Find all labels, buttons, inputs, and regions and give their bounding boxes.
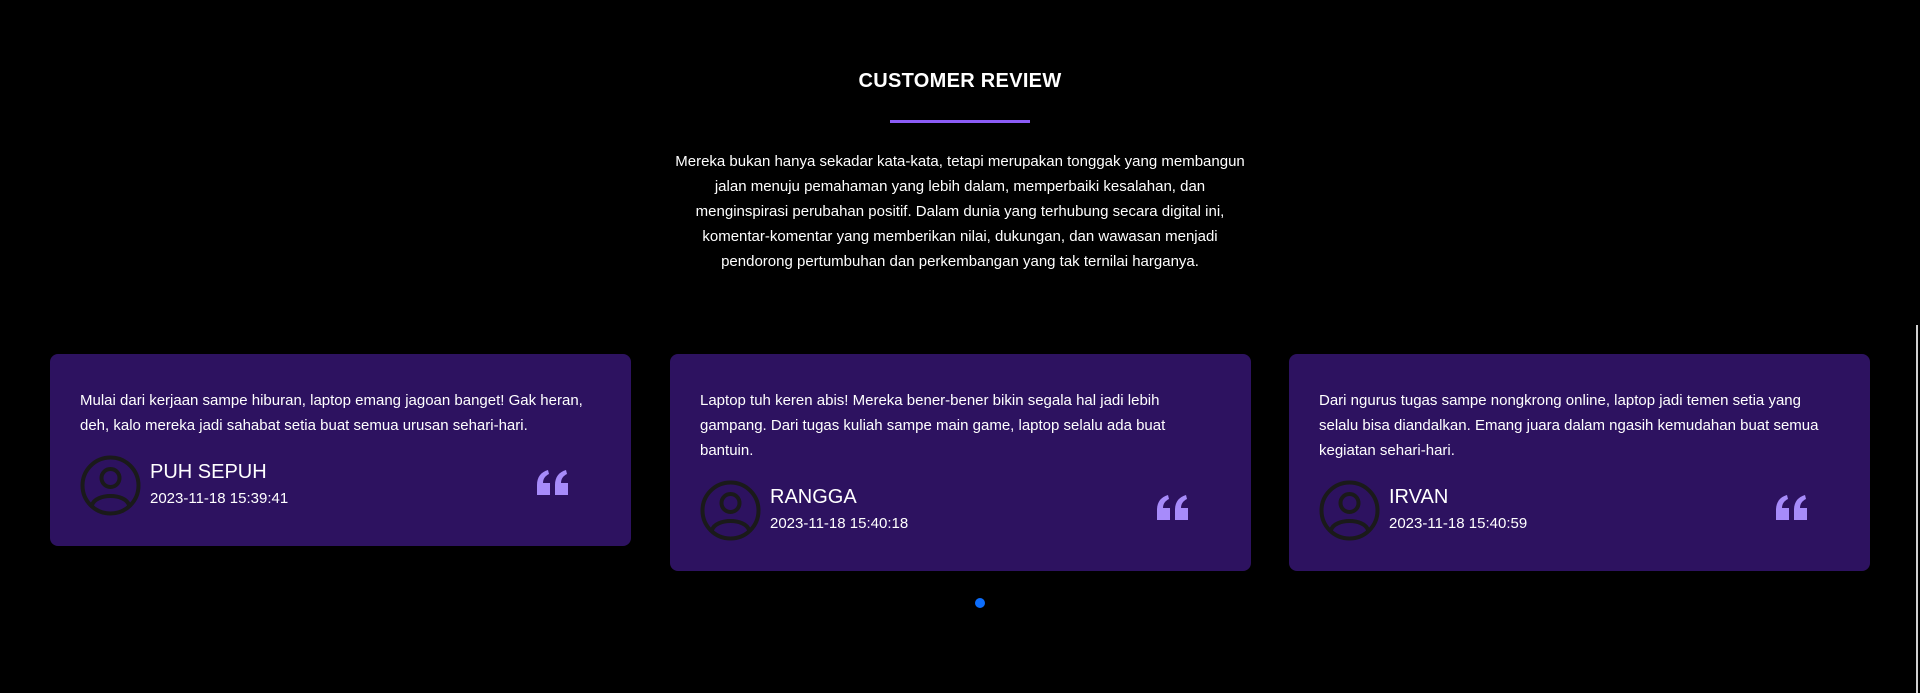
- user-circle-icon: [1319, 480, 1380, 541]
- reviewer-name: IRVAN: [1389, 486, 1449, 508]
- review-text: Mulai dari kerjaan sampe hiburan, laptop…: [80, 392, 583, 434]
- review-date: 2023-11-18 15:40:59: [1389, 515, 1528, 532]
- customer-review-section: CUSTOMER REVIEW Mereka bukan hanya sekad…: [0, 0, 1920, 693]
- review-text: Laptop tuh keren abis! Mereka bener-bene…: [700, 392, 1166, 459]
- user-circle-icon: [700, 480, 761, 541]
- carousel-pagination: [975, 598, 985, 608]
- reviewer-name: PUH SEPUH: [150, 461, 267, 483]
- review-card: Dari ngurus tugas sampe nongkrong online…: [1289, 354, 1870, 571]
- title-underline: [890, 120, 1030, 123]
- review-card: Mulai dari kerjaan sampe hiburan, laptop…: [50, 354, 631, 546]
- section-intro: Mereka bukan hanya sekadar kata-kata, te…: [675, 153, 1245, 270]
- review-date: 2023-11-18 15:40:18: [770, 515, 909, 532]
- review-footer: RANGGA 2023-11-18 15:40:18: [700, 480, 1221, 541]
- review-card: Laptop tuh keren abis! Mereka bener-bene…: [670, 354, 1251, 571]
- reviewer-name: RANGGA: [770, 486, 857, 508]
- review-text: Dari ngurus tugas sampe nongkrong online…: [1319, 392, 1819, 459]
- page-scrollbar[interactable]: [1916, 325, 1918, 693]
- pagination-dot-active[interactable]: [975, 598, 985, 608]
- review-date: 2023-11-18 15:39:41: [150, 490, 289, 507]
- quote-icon: [537, 470, 568, 495]
- review-footer: PUH SEPUH 2023-11-18 15:39:41: [80, 455, 601, 516]
- user-circle-icon: [80, 455, 141, 516]
- review-footer: IRVAN 2023-11-18 15:40:59: [1319, 480, 1840, 541]
- quote-icon: [1157, 495, 1188, 520]
- quote-icon: [1776, 495, 1807, 520]
- section-title: CUSTOMER REVIEW: [858, 70, 1062, 92]
